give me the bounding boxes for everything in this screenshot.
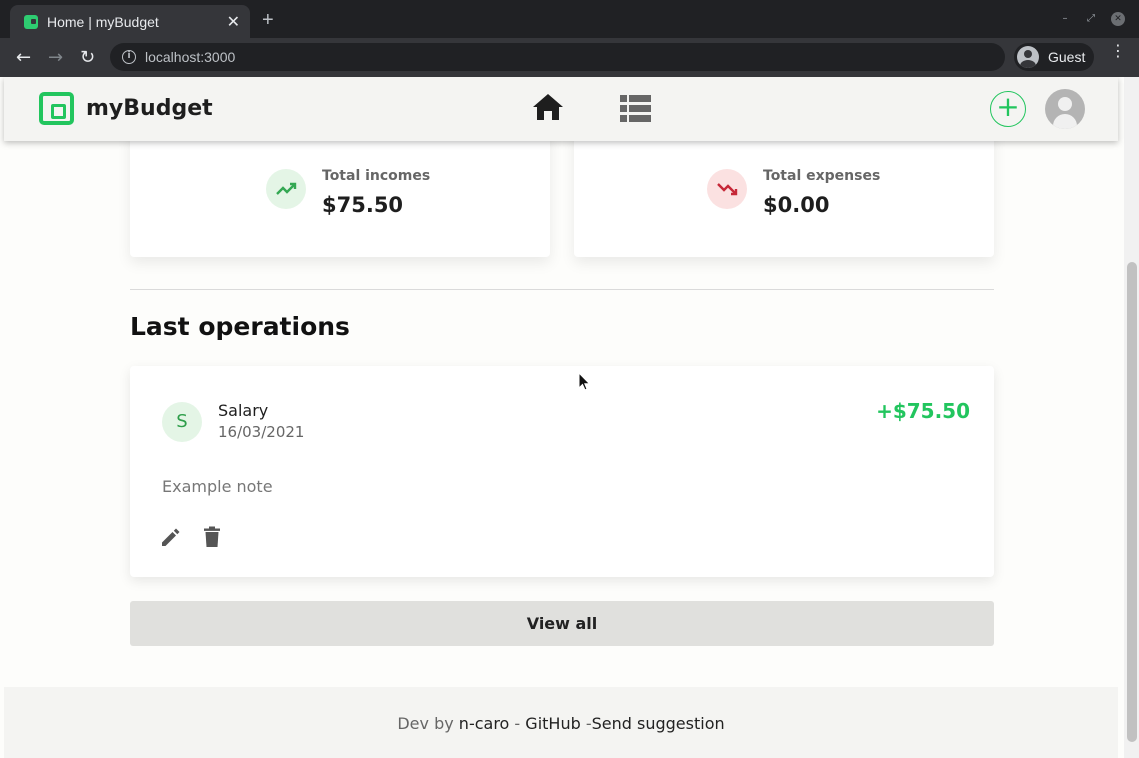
trending-up-icon [266,169,306,209]
add-operation-button[interactable]: + [990,91,1026,127]
new-tab-icon[interactable]: + [262,9,274,32]
window-controls: – ⤢ ✕ [1059,12,1125,26]
restore-icon[interactable]: ⤢ [1085,13,1097,25]
tab-title: Home | myBudget [47,13,159,30]
last-operations-title: Last operations [130,312,350,341]
github-link[interactable]: GitHub [525,714,580,733]
list-icon[interactable] [620,95,651,126]
total-expenses-card: Total expenses $0.00 [574,122,994,257]
section-divider [130,289,994,290]
profile-button[interactable]: Guest [1014,43,1094,71]
operation-card[interactable]: S Salary 16/03/2021 +$75.50 Example note [130,366,994,577]
home-icon[interactable] [532,92,564,126]
view-all-button[interactable]: View all [130,601,994,646]
operation-date: 16/03/2021 [218,423,305,441]
operation-amount: +$75.50 [876,399,970,423]
send-suggestion-link[interactable]: Send suggestion [592,714,725,733]
wallet-logo-icon[interactable] [39,92,74,125]
page-viewport: myBudget + Total incomes $75.50 Total ex… [0,77,1139,758]
url-text[interactable]: localhost:3000 [145,49,235,65]
browser-tab-bar: Home | myBudget ✕ + – ⤢ ✕ [0,0,1139,38]
app-header: myBudget + [4,77,1118,141]
scrollbar-thumb[interactable] [1127,262,1137,742]
browser-menu-icon[interactable]: ⋮ [1110,43,1126,59]
wallet-favicon-icon [24,14,38,29]
site-info-icon[interactable]: i [122,50,136,64]
address-bar[interactable]: i localhost:3000 [110,43,1005,71]
total-incomes-card: Total incomes $75.50 [130,122,550,257]
back-icon[interactable]: ← [16,47,31,68]
footer: Dev by n-caro - GitHub -Send suggestion [4,687,1118,758]
browser-toolbar: ← → ↻ i localhost:3000 Guest ⋮ [0,38,1139,77]
footer-separator: - [514,714,521,733]
guest-avatar-icon [1017,46,1039,68]
total-expenses-value: $0.00 [763,193,830,217]
delete-icon[interactable] [203,526,221,552]
edit-icon[interactable] [160,526,182,552]
browser-tab[interactable]: Home | myBudget ✕ [10,5,250,38]
operation-avatar: S [162,402,202,442]
brand-name[interactable]: myBudget [86,96,213,121]
mouse-cursor-icon [578,371,592,396]
operation-note: Example note [162,477,273,496]
trending-down-icon [707,169,747,209]
total-expenses-label: Total expenses [763,168,881,184]
operation-name: Salary [218,401,269,420]
profile-label: Guest [1048,49,1086,65]
minimize-icon[interactable]: – [1059,13,1071,25]
window-close-icon[interactable]: ✕ [1111,12,1125,26]
footer-prefix: Dev by [397,714,454,733]
author-link[interactable]: n-caro [459,714,510,733]
page-scrollbar[interactable] [1124,77,1139,758]
tab-close-icon[interactable]: ✕ [227,13,240,30]
forward-icon[interactable]: → [48,47,63,68]
total-incomes-value: $75.50 [322,193,404,217]
user-avatar-button[interactable] [1045,89,1085,129]
total-incomes-label: Total incomes [322,168,431,184]
reload-icon[interactable]: ↻ [80,47,95,68]
